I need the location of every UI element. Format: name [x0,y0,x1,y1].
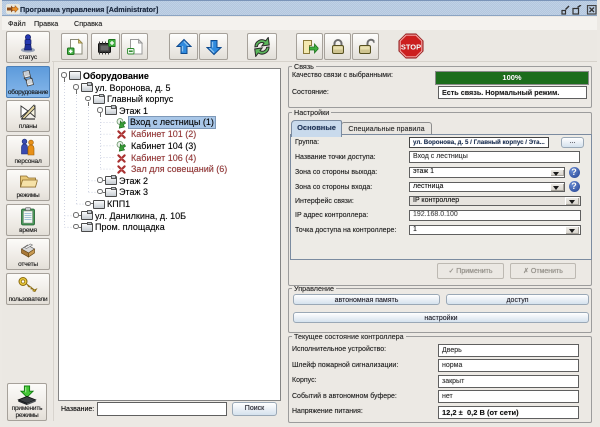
svg-text:STOP: STOP [400,42,420,51]
